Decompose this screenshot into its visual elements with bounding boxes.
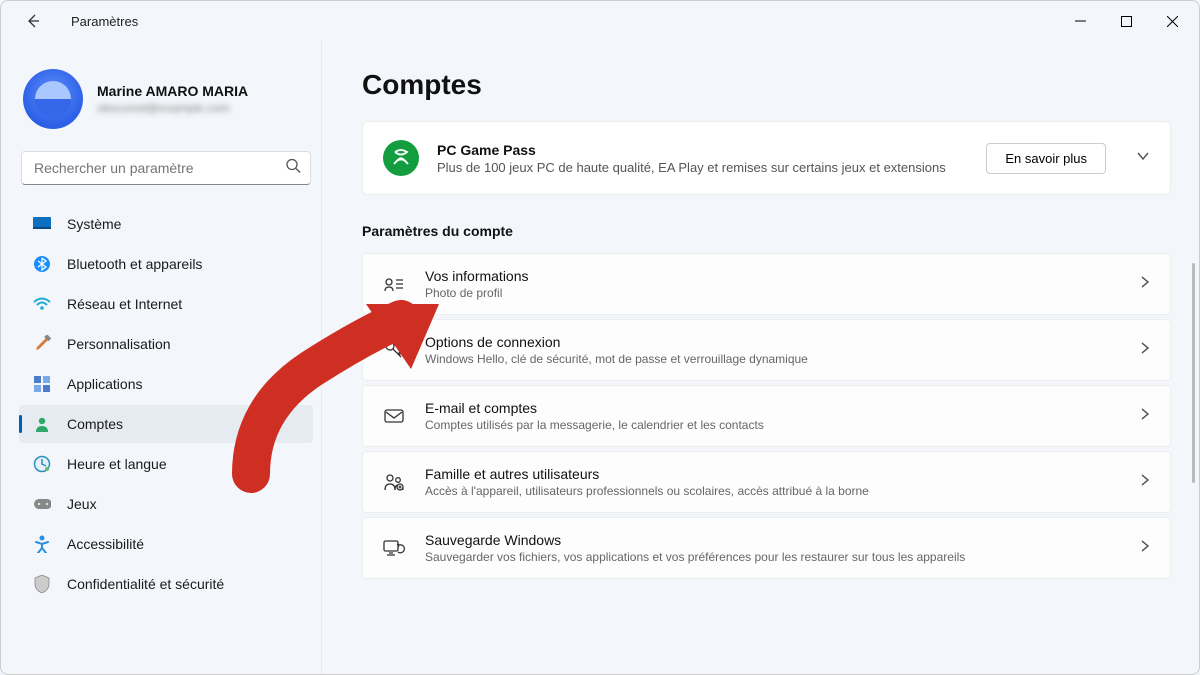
family-icon xyxy=(383,473,405,491)
setting-subtitle: Sauvegarder vos fichiers, vos applicatio… xyxy=(425,550,1120,564)
user-email: obscured@example.com xyxy=(97,101,248,115)
setting-signin-options[interactable]: Options de connexion Windows Hello, clé … xyxy=(362,319,1171,381)
chevron-right-icon xyxy=(1140,275,1150,294)
sidebar-item-label: Personnalisation xyxy=(67,336,171,352)
maximize-button[interactable] xyxy=(1103,6,1149,36)
sidebar-item-label: Accessibilité xyxy=(67,536,144,552)
sidebar-item-gaming[interactable]: Jeux xyxy=(19,485,313,523)
setting-title: Options de connexion xyxy=(425,334,1120,350)
clock-icon xyxy=(33,455,51,473)
xbox-icon xyxy=(383,140,419,176)
search-box xyxy=(21,151,311,185)
setting-email-accounts[interactable]: E-mail et comptes Comptes utilisés par l… xyxy=(362,385,1171,447)
titlebar: Paramètres xyxy=(1,1,1199,41)
sidebar-item-accessibility[interactable]: Accessibilité xyxy=(19,525,313,563)
minimize-icon xyxy=(1075,16,1086,27)
chevron-right-icon xyxy=(1140,341,1150,360)
close-button[interactable] xyxy=(1149,6,1195,36)
sidebar-item-label: Jeux xyxy=(67,496,97,512)
sidebar-item-label: Bluetooth et appareils xyxy=(67,256,202,272)
main: Comptes PC Game Pass Plus de 100 jeux PC… xyxy=(321,41,1199,674)
user-profile[interactable]: Marine AMARO MARIA obscured@example.com xyxy=(19,51,313,151)
search-input[interactable] xyxy=(21,151,311,185)
setting-your-info[interactable]: Vos informations Photo de profil xyxy=(362,253,1171,315)
promo-subtitle: Plus de 100 jeux PC de haute qualité, EA… xyxy=(437,160,957,175)
key-icon xyxy=(383,340,405,360)
sidebar-item-label: Comptes xyxy=(67,416,123,432)
sidebar-item-accounts[interactable]: Comptes xyxy=(19,405,313,443)
sidebar-item-network[interactable]: Réseau et Internet xyxy=(19,285,313,323)
bluetooth-icon xyxy=(33,255,51,273)
chevron-down-icon[interactable] xyxy=(1136,149,1150,168)
brush-icon xyxy=(33,335,51,353)
setting-subtitle: Accès à l'appareil, utilisateurs profess… xyxy=(425,484,1120,498)
sidebar-item-label: Système xyxy=(67,216,121,232)
apps-icon xyxy=(33,375,51,393)
setting-windows-backup[interactable]: Sauvegarde Windows Sauvegarder vos fichi… xyxy=(362,517,1171,579)
sidebar: Marine AMARO MARIA obscured@example.com … xyxy=(1,41,321,674)
gamepad-icon xyxy=(33,495,51,513)
shield-icon xyxy=(33,575,51,593)
nav: Système Bluetooth et appareils Réseau et… xyxy=(19,205,313,603)
chevron-right-icon xyxy=(1140,473,1150,492)
promo-card[interactable]: PC Game Pass Plus de 100 jeux PC de haut… xyxy=(362,121,1171,195)
chevron-right-icon xyxy=(1140,539,1150,558)
display-icon xyxy=(33,215,51,233)
minimize-button[interactable] xyxy=(1057,6,1103,36)
sidebar-item-privacy[interactable]: Confidentialité et sécurité xyxy=(19,565,313,603)
setting-title: Famille et autres utilisateurs xyxy=(425,466,1120,482)
sidebar-item-label: Heure et langue xyxy=(67,456,167,472)
setting-subtitle: Comptes utilisés par la messagerie, le c… xyxy=(425,418,1120,432)
sidebar-item-label: Réseau et Internet xyxy=(67,296,182,312)
mail-icon xyxy=(383,408,405,424)
setting-subtitle: Windows Hello, clé de sécurité, mot de p… xyxy=(425,352,1120,366)
page-title: Comptes xyxy=(362,69,1171,101)
accessibility-icon xyxy=(33,535,51,553)
setting-subtitle: Photo de profil xyxy=(425,286,1120,300)
chevron-right-icon xyxy=(1140,407,1150,426)
wifi-icon xyxy=(33,295,51,313)
arrow-left-icon xyxy=(25,13,41,29)
sidebar-item-apps[interactable]: Applications xyxy=(19,365,313,403)
sidebar-item-label: Applications xyxy=(67,376,143,392)
promo-title: PC Game Pass xyxy=(437,142,968,158)
user-name: Marine AMARO MARIA xyxy=(97,83,248,99)
window-controls xyxy=(1057,6,1195,36)
back-button[interactable] xyxy=(19,7,47,35)
setting-title: Sauvegarde Windows xyxy=(425,532,1120,548)
sidebar-item-bluetooth[interactable]: Bluetooth et appareils xyxy=(19,245,313,283)
sidebar-item-personalization[interactable]: Personnalisation xyxy=(19,325,313,363)
close-icon xyxy=(1167,16,1178,27)
sidebar-item-system[interactable]: Système xyxy=(19,205,313,243)
promo-learn-more-button[interactable]: En savoir plus xyxy=(986,143,1106,174)
contact-icon xyxy=(383,276,405,292)
setting-title: E-mail et comptes xyxy=(425,400,1120,416)
app-title: Paramètres xyxy=(71,14,138,29)
person-icon xyxy=(33,415,51,433)
sidebar-item-label: Confidentialité et sécurité xyxy=(67,576,224,592)
backup-icon xyxy=(383,539,405,557)
section-title: Paramètres du compte xyxy=(362,223,1171,239)
settings-list: Vos informations Photo de profil Options… xyxy=(362,253,1171,579)
setting-family-users[interactable]: Famille et autres utilisateurs Accès à l… xyxy=(362,451,1171,513)
maximize-icon xyxy=(1121,16,1132,27)
sidebar-item-time-language[interactable]: Heure et langue xyxy=(19,445,313,483)
avatar xyxy=(23,69,83,129)
scrollbar[interactable] xyxy=(1192,263,1195,483)
setting-title: Vos informations xyxy=(425,268,1120,284)
